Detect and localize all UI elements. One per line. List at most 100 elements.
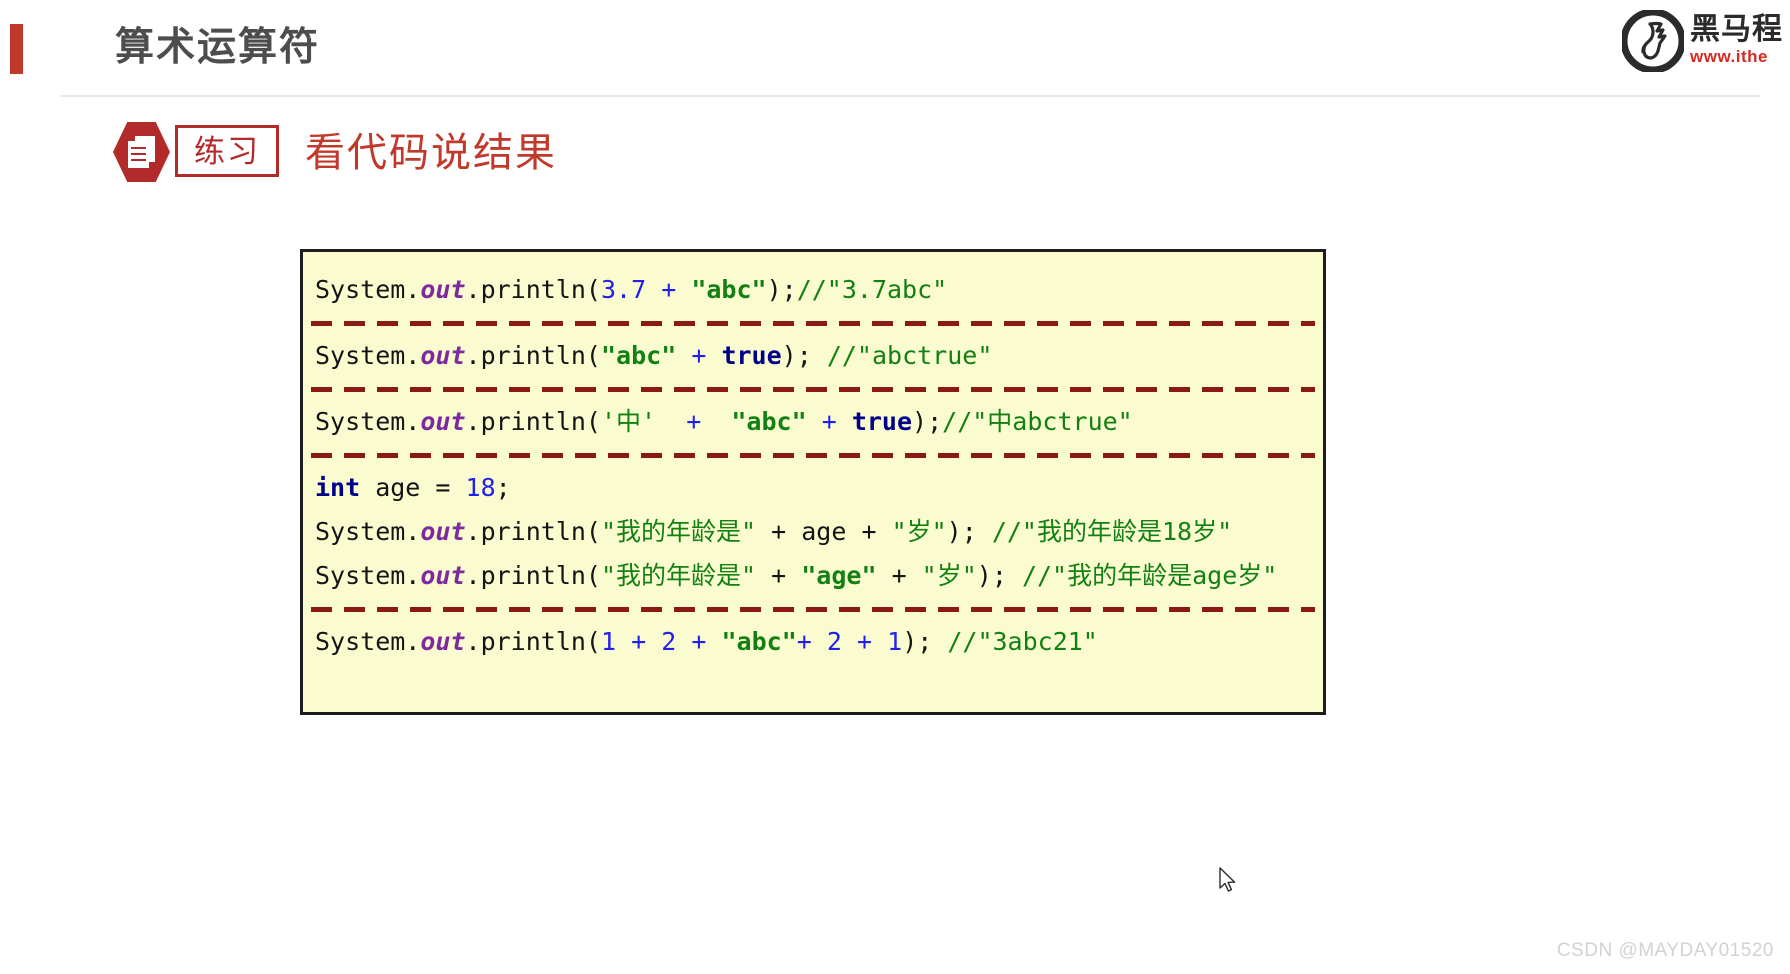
code-token-plain: age =	[360, 473, 466, 502]
code-token-num: 2	[661, 627, 677, 656]
code-token-str: "age"	[801, 561, 877, 590]
code-token-kw: true	[721, 341, 782, 370]
code-token-plain: );	[902, 627, 948, 656]
code-token-kw: int	[315, 473, 361, 502]
brand-url: www.ithe	[1690, 47, 1768, 66]
code-token-plain: ;	[495, 473, 511, 502]
brand-name-cn: 黑马程	[1690, 13, 1783, 46]
code-line: System. out .println(3.7 + "abc");//"3.7ab…	[303, 268, 1323, 312]
code-token-str: "abc"	[600, 341, 677, 370]
practice-label-box: 练习	[175, 125, 279, 177]
code-token-plain: + age +	[756, 517, 892, 546]
code-token-plain: System.	[315, 561, 421, 590]
code-token-plain: System.	[315, 627, 421, 656]
code-token-plain: );	[912, 407, 943, 436]
code-token-out: out	[420, 517, 466, 546]
code-token-plain: .println(	[465, 407, 601, 436]
divider-dashes	[311, 606, 1315, 612]
divider-dashes	[311, 320, 1315, 326]
code-token-op: +	[691, 341, 707, 370]
code-token-plain: .println(	[465, 627, 601, 656]
code-token-plain: );	[781, 341, 827, 370]
code-token-num: 3.7	[600, 275, 647, 304]
code-token-strn: "岁"	[921, 561, 977, 590]
code-token-plain: +	[876, 561, 922, 590]
code-token-num: 18	[465, 473, 496, 502]
code-token-op: +	[796, 627, 812, 656]
code-token-out: out	[420, 627, 466, 656]
code-block: System. out .println(3.7 + "abc");//"3.7ab…	[300, 249, 1326, 715]
code-token-num: 1	[887, 627, 903, 656]
code-token-plain: System.	[315, 341, 421, 370]
code-token-str: "abc"	[691, 275, 767, 304]
code-divider	[303, 312, 1323, 334]
code-token-cmt: //"abctrue"	[826, 341, 993, 370]
code-token-plain: .println(	[465, 275, 601, 304]
code-token-plain: );	[946, 517, 992, 546]
brand-logo: 黑马程 www.ithe	[1620, 6, 1790, 82]
code-line: System. out .println("我的年龄是" + "age" + "岁"…	[303, 554, 1323, 598]
code-divider	[303, 598, 1323, 620]
code-token-op: +	[661, 275, 677, 304]
code-token-plain: .println(	[465, 517, 601, 546]
code-line: System. out .println('中' + "abc" + true); /…	[303, 400, 1323, 444]
code-token-strn: "我的年龄是"	[600, 517, 757, 546]
divider-dashes	[311, 452, 1315, 458]
code-token-cmt: //"我的年龄是age岁"	[1021, 561, 1278, 590]
code-token-out: out	[420, 561, 466, 590]
code-token-out: out	[420, 341, 466, 370]
header-accent-bar	[10, 24, 23, 74]
code-token-plain: .println(	[465, 341, 601, 370]
code-token-str: "abc"	[721, 627, 797, 656]
mouse-pointer-icon	[1219, 867, 1239, 895]
code-token-plain: System.	[315, 407, 421, 436]
code-token-plain: .println(	[465, 561, 601, 590]
code-token-plain: );	[976, 561, 1022, 590]
code-token-plain: +	[756, 561, 802, 590]
code-token-cmt: //"3.7abc"	[796, 275, 948, 304]
code-token-strn: "岁"	[891, 517, 947, 546]
header-divider	[60, 95, 1760, 97]
document-icon	[128, 136, 156, 168]
code-token-op: +	[691, 627, 707, 656]
csdn-watermark: CSDN @MAYDAY01520	[1556, 940, 1774, 961]
code-token-num: 2	[826, 627, 842, 656]
code-token-strn: '中'	[600, 407, 657, 436]
code-token-num: 1	[600, 627, 617, 656]
code-divider	[303, 444, 1323, 466]
heima-horse-logo-icon	[1620, 8, 1686, 74]
code-token-op: +	[821, 407, 837, 436]
code-token-plain: );	[766, 275, 797, 304]
code-line: System. out .println("abc" + true); //"abc…	[303, 334, 1323, 378]
brand-text: 黑马程 www.ithe	[1690, 13, 1790, 67]
code-token-cmt: //"中abctrue"	[942, 407, 1133, 436]
section-heading: 看代码说结果	[305, 131, 557, 175]
code-divider	[303, 378, 1323, 400]
code-line: System. out .println("我的年龄是" + age + "岁");…	[303, 510, 1323, 554]
page-title: 算术运算符	[115, 26, 321, 69]
code-token-plain: System.	[315, 517, 421, 546]
code-token-kw: true	[851, 407, 913, 436]
code-token-out: out	[420, 407, 466, 436]
code-token-plain: System.	[315, 275, 421, 304]
code-token-op: +	[686, 407, 702, 436]
code-token-out: out	[420, 275, 466, 304]
code-line: System. out .println(1 + 2 + "abc" + 2 + 1)…	[303, 620, 1323, 664]
practice-label: 练习	[194, 133, 260, 169]
code-token-cmt: //"我的年龄是18岁"	[991, 517, 1233, 546]
divider-dashes	[311, 386, 1315, 392]
slide-header: 算术运算符	[0, 0, 1790, 97]
code-line: int age = 18;	[303, 466, 1323, 510]
